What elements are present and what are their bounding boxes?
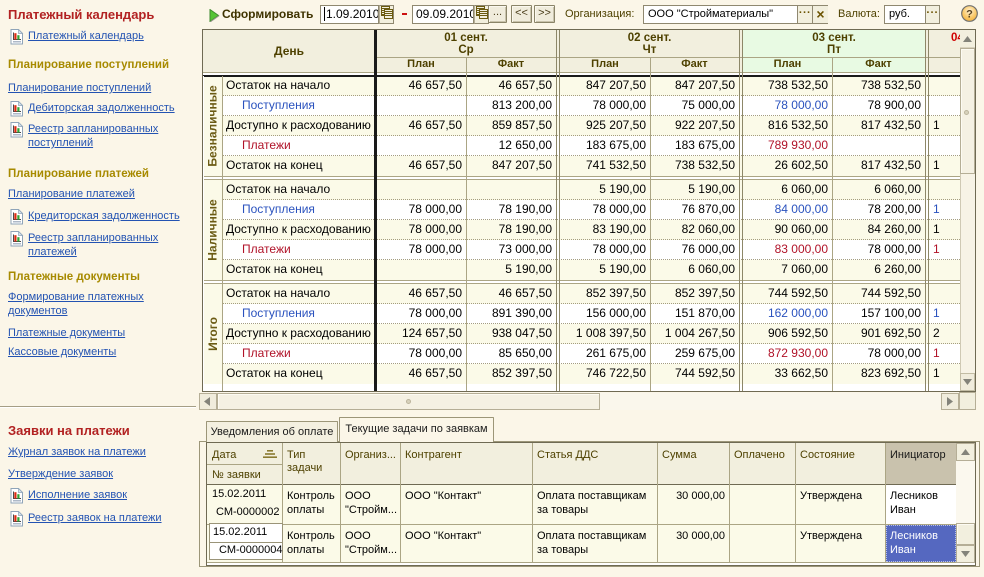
svg-text:?: ? <box>966 9 973 21</box>
